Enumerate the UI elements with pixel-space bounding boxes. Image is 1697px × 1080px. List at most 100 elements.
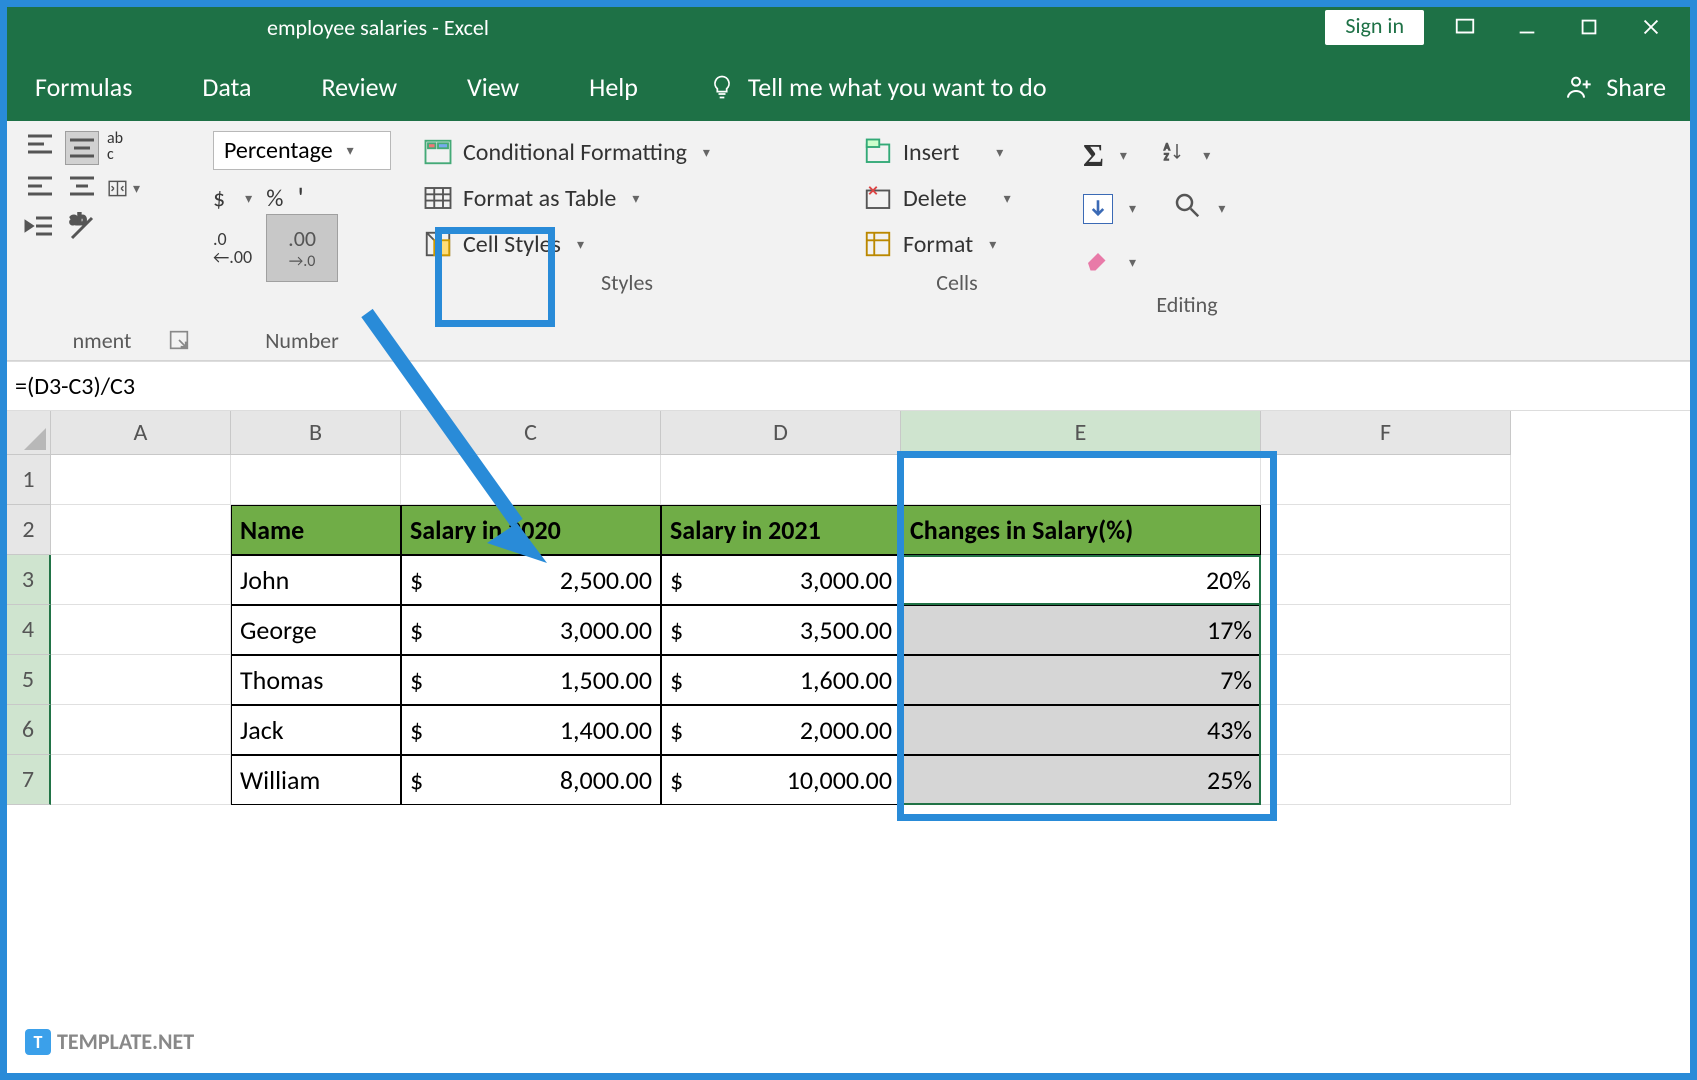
table-cell-name[interactable]: George [231, 605, 401, 655]
find-select-button[interactable] [1172, 190, 1202, 227]
insert-cells-button[interactable]: Insert ▾ [863, 137, 1051, 167]
cell[interactable] [1261, 755, 1511, 805]
cell[interactable] [1261, 555, 1511, 605]
cell[interactable] [51, 555, 231, 605]
tab-formulas[interactable]: Formulas [35, 71, 132, 121]
increase-decimal-button[interactable]: .0←.00 [213, 230, 252, 266]
cell[interactable] [51, 755, 231, 805]
tab-review[interactable]: Review [321, 71, 397, 121]
sign-in-button[interactable]: Sign in [1325, 10, 1424, 45]
row-header-2[interactable]: 2 [7, 505, 51, 555]
row-header-7[interactable]: 7 [7, 755, 51, 805]
align-top-icon[interactable] [23, 131, 57, 165]
table-cell-name[interactable]: Jack [231, 705, 401, 755]
svg-text:ab: ab [70, 212, 86, 229]
format-as-table-button[interactable]: Format as Table▾ [423, 183, 831, 213]
tab-data[interactable]: Data [202, 71, 251, 121]
table-cell-salary2020[interactable]: $8,000.00 [401, 755, 661, 805]
table-cell-change[interactable]: 7% [901, 655, 1261, 705]
cell[interactable] [1261, 705, 1511, 755]
title-bar: employee salaries - Excel Sign in [7, 7, 1690, 47]
align-center-icon[interactable] [65, 171, 99, 205]
delete-icon [863, 183, 893, 213]
col-header-d[interactable]: D [661, 411, 901, 455]
lightbulb-icon [708, 73, 736, 101]
number-format-dropdown[interactable]: Percentage▾ [213, 131, 391, 170]
table-cell-change[interactable]: 25% [901, 755, 1261, 805]
cell[interactable] [1261, 605, 1511, 655]
tell-me-label: Tell me what you want to do [748, 71, 1047, 103]
table-cell-change[interactable]: 17% [901, 605, 1261, 655]
sort-filter-button[interactable]: AZ [1163, 140, 1187, 171]
template-logo-icon: T [25, 1029, 51, 1055]
table-cell-change[interactable]: 43% [901, 705, 1261, 755]
tell-me-search[interactable]: Tell me what you want to do [708, 71, 1047, 121]
row-header-3[interactable]: 3 [7, 555, 51, 605]
conditional-formatting-button[interactable]: Conditional Formatting▾ [423, 137, 831, 167]
decrease-decimal-button[interactable]: .00 →.0 [266, 214, 338, 282]
row-header-5[interactable]: 5 [7, 655, 51, 705]
select-all-corner[interactable] [7, 411, 51, 455]
cell[interactable] [661, 455, 901, 505]
comma-format-button[interactable]: ' [297, 180, 304, 217]
cell[interactable] [51, 505, 231, 555]
accounting-format-button[interactable]: $ [213, 184, 225, 213]
formula-bar[interactable]: =(D3-C3)/C3 [7, 361, 1690, 411]
clear-button[interactable] [1083, 243, 1113, 281]
decrease-indent-icon[interactable] [23, 211, 57, 245]
tab-help[interactable]: Help [589, 71, 638, 121]
row-headers: 1 2 3 4 5 6 7 [7, 455, 51, 855]
row-header-4[interactable]: 4 [7, 605, 51, 655]
align-middle-icon[interactable] [65, 131, 99, 165]
merge-cells-icon[interactable]: ▾ [107, 171, 141, 205]
cell[interactable] [1261, 455, 1511, 505]
delete-cells-button[interactable]: Delete ▾ [863, 183, 1051, 213]
table-cell-salary2020[interactable]: $1,500.00 [401, 655, 661, 705]
align-left-icon[interactable] [23, 171, 57, 205]
format-icon [863, 229, 893, 259]
row-header-6[interactable]: 6 [7, 705, 51, 755]
maximize-icon[interactable] [1568, 13, 1610, 41]
cell[interactable] [51, 605, 231, 655]
cell[interactable] [1261, 655, 1511, 705]
grid[interactable]: NameSalary in 2020Salary in 2021Changes … [51, 455, 1511, 855]
worksheet[interactable]: A B C D E F 1 2 3 4 5 6 7 NameSalary in … [7, 411, 1690, 855]
table-cell-salary2021[interactable]: $1,600.00 [661, 655, 901, 705]
cell[interactable] [51, 455, 231, 505]
fill-down-icon [1084, 194, 1112, 224]
col-header-a[interactable]: A [51, 411, 231, 455]
table-cell-name[interactable]: William [231, 755, 401, 805]
table-cell-change[interactable]: 20% [901, 555, 1261, 605]
percent-format-button[interactable]: % [266, 184, 283, 213]
table-cell-salary2021[interactable]: $2,000.00 [661, 705, 901, 755]
format-cells-button[interactable]: Format▾ [863, 229, 1051, 259]
cell[interactable] [51, 655, 231, 705]
table-cell-salary2020[interactable]: $3,000.00 [401, 605, 661, 655]
table-cell-salary2021[interactable]: $10,000.00 [661, 755, 901, 805]
table-header[interactable]: Salary in 2021 [661, 505, 901, 555]
cell[interactable] [51, 705, 231, 755]
table-header[interactable]: Changes in Salary(%) [901, 505, 1261, 555]
fill-button[interactable] [1083, 194, 1113, 224]
autosum-button[interactable]: Σ [1083, 137, 1104, 174]
cell[interactable] [1261, 505, 1511, 555]
ribbon-tabs: Formulas Data Review View Help Tell me w… [7, 47, 1690, 121]
table-cell-salary2020[interactable]: $1,400.00 [401, 705, 661, 755]
cell[interactable] [901, 455, 1261, 505]
table-cell-salary2021[interactable]: $3,000.00 [661, 555, 901, 605]
close-icon[interactable] [1630, 13, 1672, 41]
row-header-1[interactable]: 1 [7, 455, 51, 505]
conditional-formatting-icon [423, 137, 453, 167]
col-header-e[interactable]: E [901, 411, 1261, 455]
dialog-launcher-icon[interactable] [169, 330, 189, 350]
wrap-text-button[interactable]: ab c [107, 131, 123, 165]
col-header-f[interactable]: F [1261, 411, 1511, 455]
orientation-icon[interactable]: ab [65, 211, 99, 245]
ribbon-display-icon[interactable] [1444, 13, 1486, 41]
table-cell-name[interactable]: Thomas [231, 655, 401, 705]
tab-view[interactable]: View [467, 71, 519, 121]
minimize-icon[interactable] [1506, 13, 1548, 41]
table-cell-salary2021[interactable]: $3,500.00 [661, 605, 901, 655]
eraser-icon [1083, 243, 1113, 273]
share-button[interactable]: Share [1564, 71, 1690, 121]
